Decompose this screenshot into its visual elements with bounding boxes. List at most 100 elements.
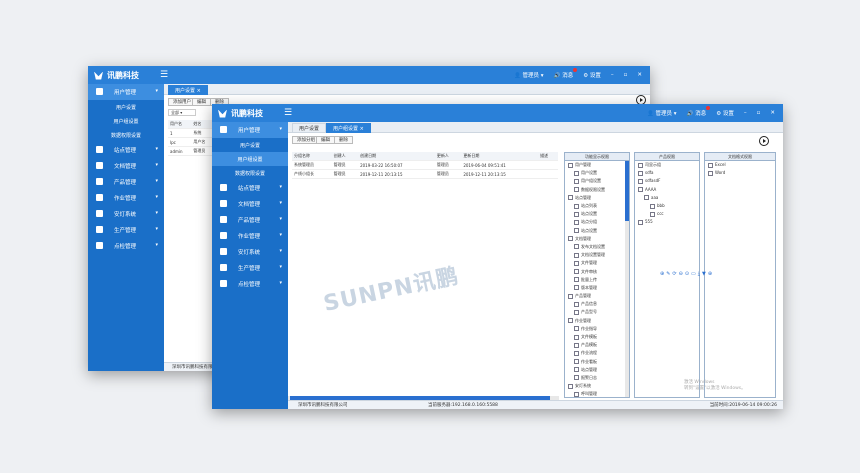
tree-node[interactable]: 呼叫管理 [565, 390, 629, 397]
tree-node[interactable]: 文档管理 [565, 235, 629, 243]
checkbox[interactable] [574, 350, 579, 356]
sidebar-sub-group-settings[interactable]: 用户组设置 [212, 152, 288, 166]
checkbox[interactable] [650, 211, 655, 217]
tree-node[interactable]: 文件模板 [565, 333, 629, 341]
checkbox[interactable] [574, 187, 579, 193]
sidebar-item-production[interactable]: 生产管理 ▾ [212, 260, 288, 276]
checkbox[interactable] [574, 301, 579, 307]
table-row[interactable]: 1 系统 [168, 128, 214, 138]
checkbox[interactable] [574, 375, 579, 381]
tree-node[interactable]: 文件审核 [565, 267, 629, 275]
checkbox[interactable] [574, 203, 579, 209]
tree-tool-icon[interactable]: ▭ [691, 271, 696, 277]
checkbox[interactable] [638, 162, 643, 168]
tree-node[interactable]: 站点设置 [565, 210, 629, 218]
sidebar-sub-data-perm[interactable]: 数据权限设置 [212, 166, 288, 180]
edit-button[interactable]: 编辑 [316, 136, 335, 144]
table-row[interactable]: admin 管理员 [168, 146, 214, 156]
checkbox[interactable] [574, 244, 579, 250]
tree-node[interactable]: 555 [635, 218, 699, 226]
checkbox[interactable] [650, 203, 655, 209]
tree-node[interactable]: 用户设置 [565, 169, 629, 177]
tree-tool-icon[interactable]: ⊙ [685, 271, 689, 277]
minimize-button[interactable]: – [744, 110, 747, 116]
sidebar-item-andon[interactable]: 安灯系统 ▾ [212, 244, 288, 260]
tree-node[interactable]: 版本管理 [565, 284, 629, 292]
sidebar-item-andon[interactable]: 安灯系统 ▾ [88, 206, 164, 222]
tree-node[interactable]: 产品信息 [565, 300, 629, 308]
tree-tool-icon[interactable]: ⤓ [698, 271, 700, 277]
sidebar-sub-user-settings[interactable]: 用户设置 [88, 100, 164, 114]
sidebar-item-inspection[interactable]: 点检管理 ▾ [212, 276, 288, 292]
checkbox[interactable] [574, 277, 579, 283]
tree-tool-icon[interactable]: ▼ [702, 271, 706, 277]
checkbox[interactable] [574, 228, 579, 234]
tree-node[interactable]: 作业管理 [565, 317, 629, 325]
perm-vscrollbar[interactable] [625, 161, 629, 397]
sidebar-item-inspection[interactable]: 点检管理 ▾ [88, 238, 164, 254]
tree-node[interactable]: 站点分组 [565, 218, 629, 226]
table-row[interactable]: 产线小组长 管理员 2019-12-11 20:13:15 管理员 2019-12-11… [292, 169, 558, 179]
checkbox[interactable] [708, 162, 713, 168]
tree-node[interactable]: Excel [705, 161, 775, 169]
tree-node[interactable]: 数据权限设置 [565, 186, 629, 194]
checkbox[interactable] [574, 269, 579, 275]
close-button[interactable]: ✕ [637, 72, 642, 78]
tree-node[interactable]: 用户管理 [565, 161, 629, 169]
table-row[interactable]: lpc 用户名 [168, 137, 214, 147]
sidebar-item-product[interactable]: 产品管理 ▾ [212, 212, 288, 228]
tree-node[interactable]: 产品型号 [565, 308, 629, 316]
sidebar-item-product[interactable]: 产品管理 ▾ [88, 174, 164, 190]
sidebar-item-production[interactable]: 生产管理 ▾ [88, 222, 164, 238]
checkbox[interactable] [568, 293, 573, 299]
edit-button[interactable]: 编辑 [192, 98, 211, 106]
admin-menu[interactable]: 👤 管理员 ▾ [514, 71, 544, 79]
tree-node[interactable]: 站点列表 [565, 202, 629, 210]
tree-node[interactable]: Word [705, 169, 775, 177]
tree-node[interactable]: 产品管理 [565, 292, 629, 300]
filter-select[interactable]: 全部 ▾ [168, 109, 196, 116]
tree-node[interactable]: 批量上传 [565, 276, 629, 284]
tree-node[interactable]: 安灯系统 [565, 382, 629, 390]
tree-node[interactable]: 产品模板 [565, 341, 629, 349]
tree-tool-icon[interactable]: ⊕ [708, 271, 712, 277]
checkbox[interactable] [574, 309, 579, 315]
settings-button[interactable]: ⚙ 设置 [583, 71, 601, 79]
tree-tool-icon[interactable]: ⊖ [679, 271, 683, 277]
sidebar-item-doc[interactable]: 文档管理 ▾ [212, 196, 288, 212]
tree-tool-icon[interactable]: ⊕ [660, 271, 664, 277]
checkbox[interactable] [574, 326, 579, 332]
checkbox[interactable] [568, 195, 573, 201]
message-button[interactable]: 🔊 消息 [687, 106, 711, 117]
checkbox[interactable] [568, 162, 573, 168]
tree-node[interactable]: 作业指导 [565, 325, 629, 333]
minimize-button[interactable]: – [611, 72, 614, 78]
tree-node[interactable]: 文档设置管理 [565, 251, 629, 259]
menu-toggle-icon[interactable]: ☰ [284, 108, 292, 118]
tree-node[interactable]: bbb [635, 202, 699, 210]
checkbox[interactable] [574, 334, 579, 340]
tree-node[interactable]: 用户组设置 [565, 177, 629, 185]
tree-node[interactable]: sdfa [635, 169, 699, 177]
sidebar-item-job[interactable]: 作业管理 ▾ [212, 228, 288, 244]
sidebar-item-user-mgmt[interactable]: 用户管理 ▾ [212, 122, 288, 138]
tree-node[interactable]: 作业流程 [565, 349, 629, 357]
checkbox[interactable] [638, 178, 643, 184]
checkbox[interactable] [574, 252, 579, 258]
admin-menu[interactable]: 👤 管理员 ▾ [647, 109, 677, 117]
tree-tool-icon[interactable]: ✎ [666, 271, 670, 277]
checkbox[interactable] [574, 211, 579, 217]
checkbox[interactable] [568, 383, 573, 389]
sidebar-sub-group-settings[interactable]: 用户组设置 [88, 114, 164, 128]
tree-tool-icon[interactable]: ⟳ [672, 271, 676, 277]
checkbox[interactable] [574, 178, 579, 184]
checkbox[interactable] [644, 195, 649, 201]
play-icon[interactable] [759, 136, 769, 146]
tree-node[interactable]: sdfasdF [635, 177, 699, 185]
close-button[interactable]: ✕ [770, 110, 775, 116]
checkbox[interactable] [638, 170, 643, 176]
checkbox[interactable] [568, 236, 573, 242]
tree-node[interactable]: 站点设置 [565, 227, 629, 235]
checkbox[interactable] [574, 260, 579, 266]
checkbox[interactable] [574, 342, 579, 348]
